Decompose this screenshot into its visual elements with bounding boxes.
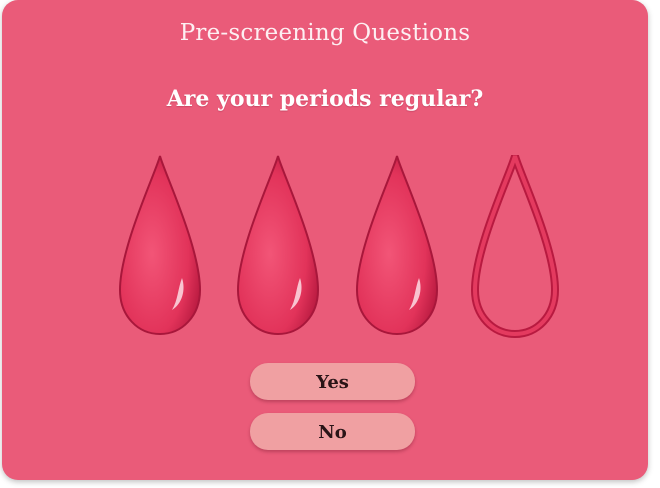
no-button[interactable]: No (250, 413, 415, 450)
drop-2-filled-icon[interactable] (230, 152, 326, 338)
question-text: Are your periods regular? (166, 86, 484, 112)
pre-screening-card: Pre-screening Questions Are your periods… (2, 0, 648, 480)
yes-button[interactable]: Yes (250, 363, 415, 400)
drop-3-filled-icon[interactable] (349, 152, 445, 338)
drop-rating (2, 152, 648, 342)
drop-1-filled-icon[interactable] (112, 152, 208, 338)
drop-4-empty-icon[interactable] (467, 152, 563, 338)
page-title: Pre-screening Questions (179, 20, 471, 46)
